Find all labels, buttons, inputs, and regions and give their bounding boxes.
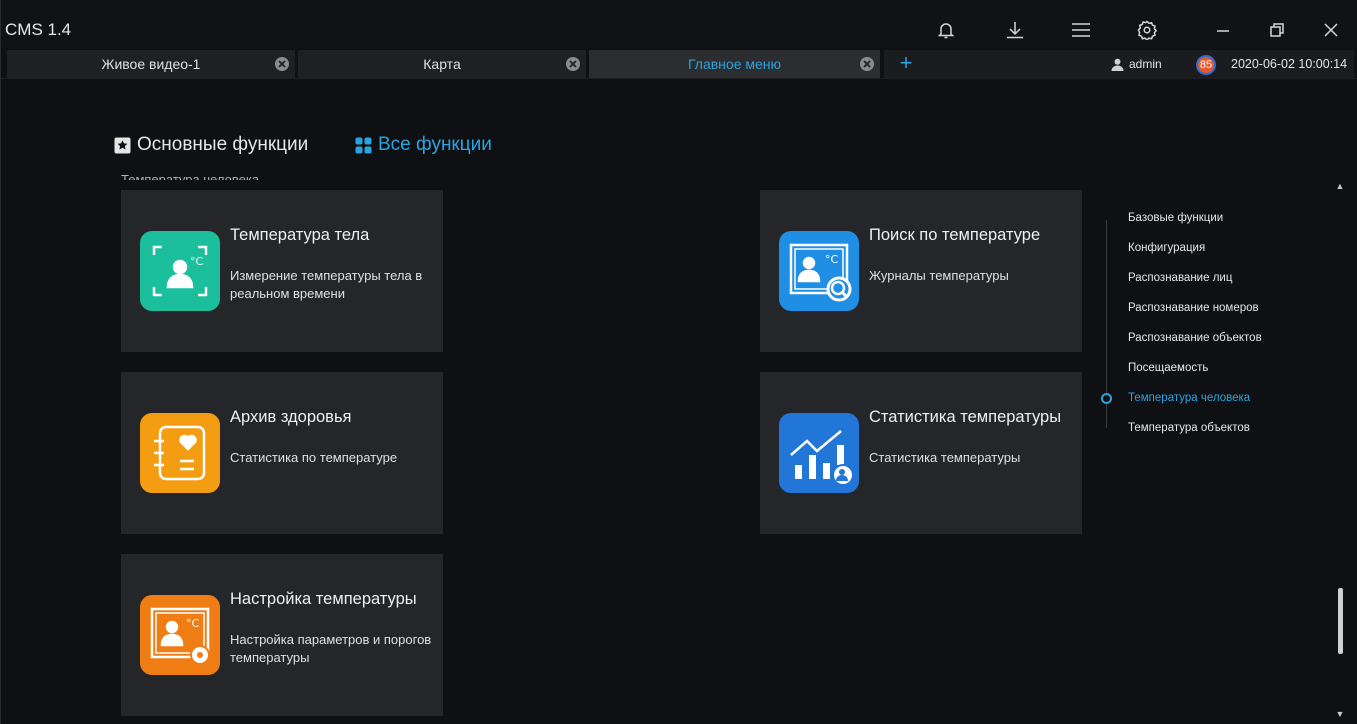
user-icon xyxy=(1111,58,1124,71)
temperature-settings-card[interactable]: °C Настройка температуры Настройка парам… xyxy=(121,554,443,716)
scroll-down-arrow[interactable]: ▼ xyxy=(1335,709,1345,719)
all-functions-label: Все функции xyxy=(378,134,492,155)
card-title: Архив здоровья xyxy=(230,408,352,426)
nav-item-human-temperature[interactable]: Температура человека xyxy=(1128,392,1250,404)
tab-label: Главное меню xyxy=(687,56,782,72)
nav-item-face-recognition[interactable]: Распознавание лиц xyxy=(1128,272,1232,284)
username: admin xyxy=(1129,57,1162,71)
card-title: Поиск по температуре xyxy=(869,226,1041,244)
card-description: Статистика по температуре xyxy=(230,450,398,465)
temperature-settings-icon: °C xyxy=(140,595,220,675)
card-title: Статистика температуры xyxy=(869,408,1062,426)
card-description: Измерение температуры тела в реальном вр… xyxy=(230,268,423,301)
download-icon[interactable] xyxy=(998,14,1032,46)
card-description: Журналы температуры xyxy=(869,268,1009,283)
svg-text:°C: °C xyxy=(190,255,204,268)
nav-item-basic[interactable]: Базовые функции xyxy=(1128,212,1223,224)
close-tab-icon[interactable] xyxy=(275,57,289,71)
nav-item-object-recognition[interactable]: Распознавание объектов xyxy=(1128,332,1262,344)
card-title: Температура тела xyxy=(230,226,370,244)
temperature-statistics-icon xyxy=(779,413,859,493)
tab-main-menu[interactable]: Главное меню xyxy=(589,50,880,78)
title-bar: CMS 1.4 xyxy=(1,0,1357,48)
nav-item-configuration[interactable]: Конфигурация xyxy=(1128,242,1205,254)
add-tab-icon[interactable]: + xyxy=(894,52,918,76)
section-label: Температура человека xyxy=(121,172,260,180)
nav-item-plate-recognition[interactable]: Распознавание номеров xyxy=(1128,302,1259,314)
tab-live-video[interactable]: Живое видео-1 xyxy=(7,50,295,78)
notification-badge[interactable]: 85 xyxy=(1196,55,1216,75)
close-tab-icon[interactable] xyxy=(566,57,580,71)
star-icon xyxy=(114,137,131,153)
card-title: Настройка температуры xyxy=(230,590,417,608)
basic-functions-label: Основные функции xyxy=(137,134,309,155)
temperature-search-card[interactable]: °C Поиск по температуре Журналы температ… xyxy=(760,190,1082,352)
clock: 2020-06-02 10:00:14 xyxy=(1231,57,1348,71)
app-title: CMS 1.4 xyxy=(5,20,72,39)
close-tab-icon[interactable] xyxy=(860,57,874,71)
restore-icon[interactable] xyxy=(1260,14,1294,46)
scrollbar-thumb[interactable] xyxy=(1338,588,1343,654)
grid-icon xyxy=(355,137,372,153)
menu-icon[interactable] xyxy=(1064,14,1098,46)
bell-icon[interactable] xyxy=(929,14,963,46)
temperature-statistics-card[interactable]: Статистика температуры Статистика темпер… xyxy=(760,372,1082,534)
nav-active-indicator xyxy=(1101,393,1112,404)
health-archive-card[interactable]: Архив здоровья Статистика по температуре xyxy=(121,372,443,534)
basic-functions-tab[interactable]: Основные функции xyxy=(114,134,308,156)
user-info[interactable]: admin xyxy=(1111,57,1162,71)
tab-bar: Живое видео-1 Карта Главное меню + admin… xyxy=(1,48,1357,79)
scroll-up-arrow[interactable]: ▲ xyxy=(1335,181,1345,191)
card-description: Настройка параметров и порогов температу… xyxy=(230,632,432,665)
svg-text:°C: °C xyxy=(825,253,839,266)
temperature-search-icon: °C xyxy=(779,231,859,311)
nav-item-object-temperature[interactable]: Температура объектов xyxy=(1128,422,1250,434)
tab-label: Карта xyxy=(423,56,461,72)
body-temperature-icon: °C xyxy=(140,231,220,311)
svg-text:°C: °C xyxy=(186,617,200,630)
minimize-icon[interactable] xyxy=(1206,14,1240,46)
nav-item-attendance[interactable]: Посещаемость xyxy=(1128,362,1208,374)
card-description: Статистика температуры xyxy=(869,450,1021,465)
all-functions-tab[interactable]: Все функции xyxy=(355,134,492,156)
tab-map[interactable]: Карта xyxy=(298,50,586,78)
health-archive-icon xyxy=(140,413,220,493)
close-icon[interactable] xyxy=(1314,14,1348,46)
tab-label: Живое видео-1 xyxy=(101,56,201,72)
cms-window: CMS 1.4 Живое видео-1 Карта Главное меню… xyxy=(0,0,1357,724)
body-temperature-card[interactable]: °C Температура тела Измерение температур… xyxy=(121,190,443,352)
settings-icon[interactable] xyxy=(1130,14,1164,46)
